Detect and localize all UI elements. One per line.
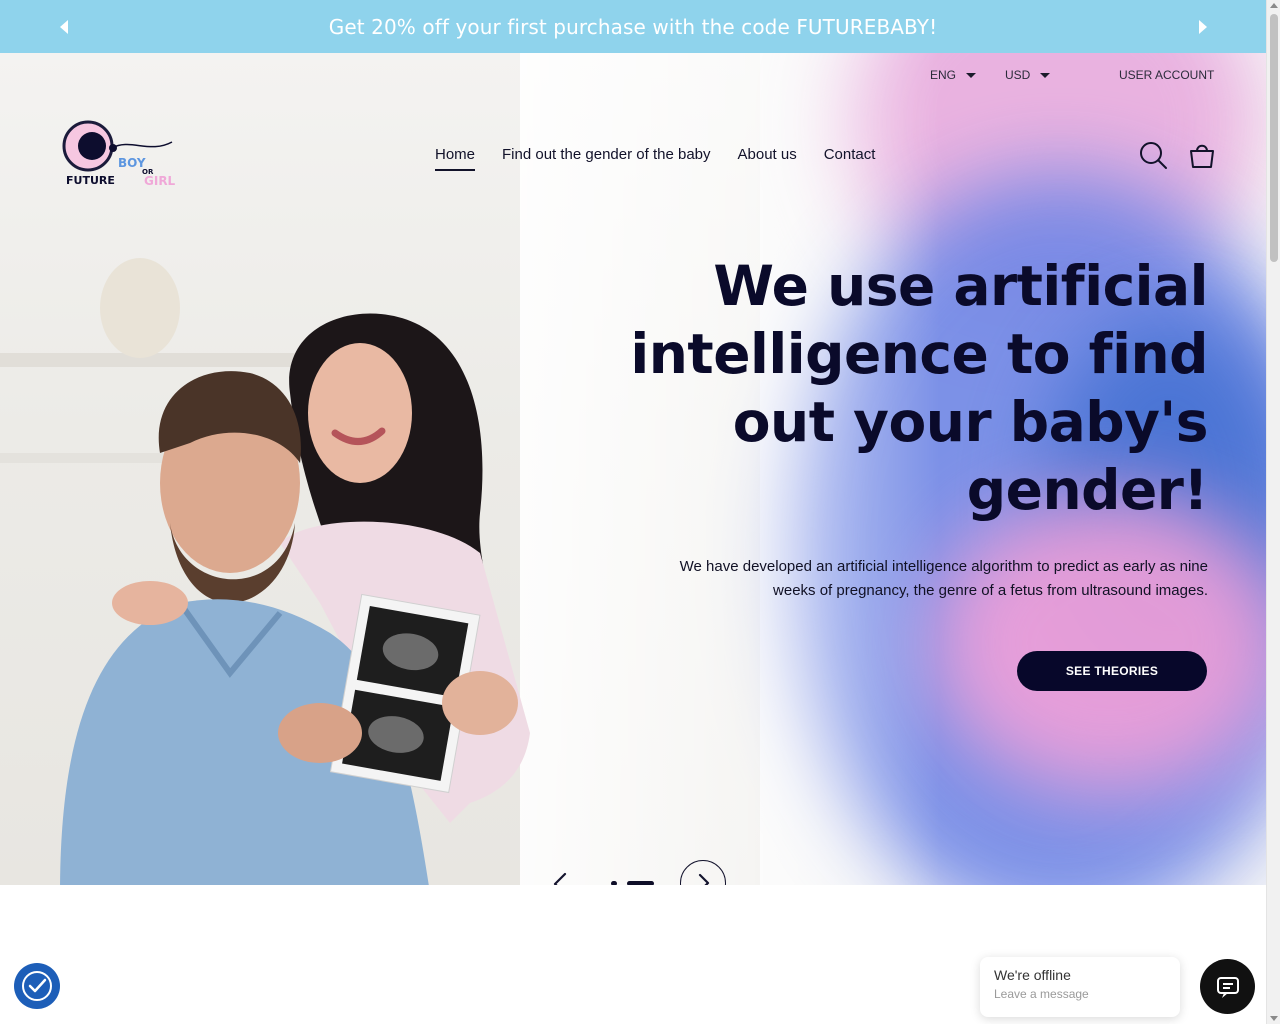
see-theories-button[interactable]: SEE THEORIES — [1017, 651, 1207, 691]
accessibility-icon — [22, 971, 52, 1001]
chat-status: We're offline — [994, 967, 1071, 983]
carousel-prev-button[interactable] — [545, 868, 577, 885]
nav-item-contact[interactable]: Contact — [824, 146, 876, 171]
cart-button[interactable] — [1187, 140, 1217, 170]
headline-line: gender! — [966, 458, 1209, 522]
currency-selector[interactable]: USD — [1005, 68, 1051, 82]
page-scrollbar[interactable] — [1266, 0, 1280, 1024]
main-navigation: Home Find out the gender of the baby Abo… — [435, 146, 875, 171]
nav-item-find-gender[interactable]: Find out the gender of the baby — [502, 146, 710, 171]
caret-down-icon — [966, 72, 977, 78]
user-account-link[interactable]: USER ACCOUNT — [1119, 68, 1214, 82]
triangle-left-icon — [60, 20, 68, 34]
headline-line: out your baby's — [732, 390, 1209, 454]
chevron-left-icon — [553, 872, 567, 885]
chat-prompt: Leave a message — [994, 987, 1089, 1001]
user-account-label: USER ACCOUNT — [1119, 68, 1215, 82]
hero-description: We have developed an artificial intellig… — [640, 555, 1208, 603]
chat-launcher-button[interactable] — [1200, 959, 1255, 1014]
language-value: ENG — [930, 68, 957, 82]
announcement-bar: Get 20% off your first purchase with the… — [0, 0, 1266, 53]
description-line: We have developed an artificial intellig… — [679, 558, 1208, 575]
logo-word-future: FUTURE — [66, 174, 115, 187]
headline-line: We use artificial — [713, 254, 1208, 318]
shopping-bag-icon — [1190, 144, 1214, 168]
announcement-next-button[interactable] — [1193, 17, 1213, 37]
hero-headline: We use artificial intelligence to find o… — [620, 252, 1208, 524]
currency-value: USD — [1005, 68, 1031, 82]
description-line: weeks of pregnancy, the genre of a fetus… — [773, 582, 1208, 599]
scrollbar-thumb[interactable] — [1270, 14, 1278, 262]
nav-item-home[interactable]: Home — [435, 146, 476, 171]
announcement-prev-button[interactable] — [54, 17, 74, 37]
chat-offline-bubble[interactable]: We're offline Leave a message — [980, 957, 1180, 1017]
logo-word-girl: GIRL — [144, 174, 176, 188]
announcement-text: Get 20% off your first purchase with the… — [328, 14, 938, 39]
language-selector[interactable]: ENG — [930, 68, 977, 82]
chat-icon — [1216, 976, 1239, 998]
search-button[interactable] — [1138, 140, 1168, 170]
site-logo[interactable]: FUTURE BOY OR GIRL — [60, 118, 180, 190]
couple-with-ultrasound-image — [60, 313, 530, 885]
accessibility-button[interactable] — [14, 963, 60, 1009]
search-icon — [1140, 142, 1167, 169]
triangle-right-icon — [1199, 20, 1207, 34]
headline-line: intelligence to find — [630, 322, 1208, 386]
nav-item-about[interactable]: About us — [738, 146, 797, 171]
scroll-down-icon[interactable] — [1270, 1016, 1278, 1021]
scroll-up-icon[interactable] — [1270, 3, 1278, 8]
chevron-right-icon — [698, 873, 710, 885]
caret-down-icon — [1040, 72, 1051, 78]
